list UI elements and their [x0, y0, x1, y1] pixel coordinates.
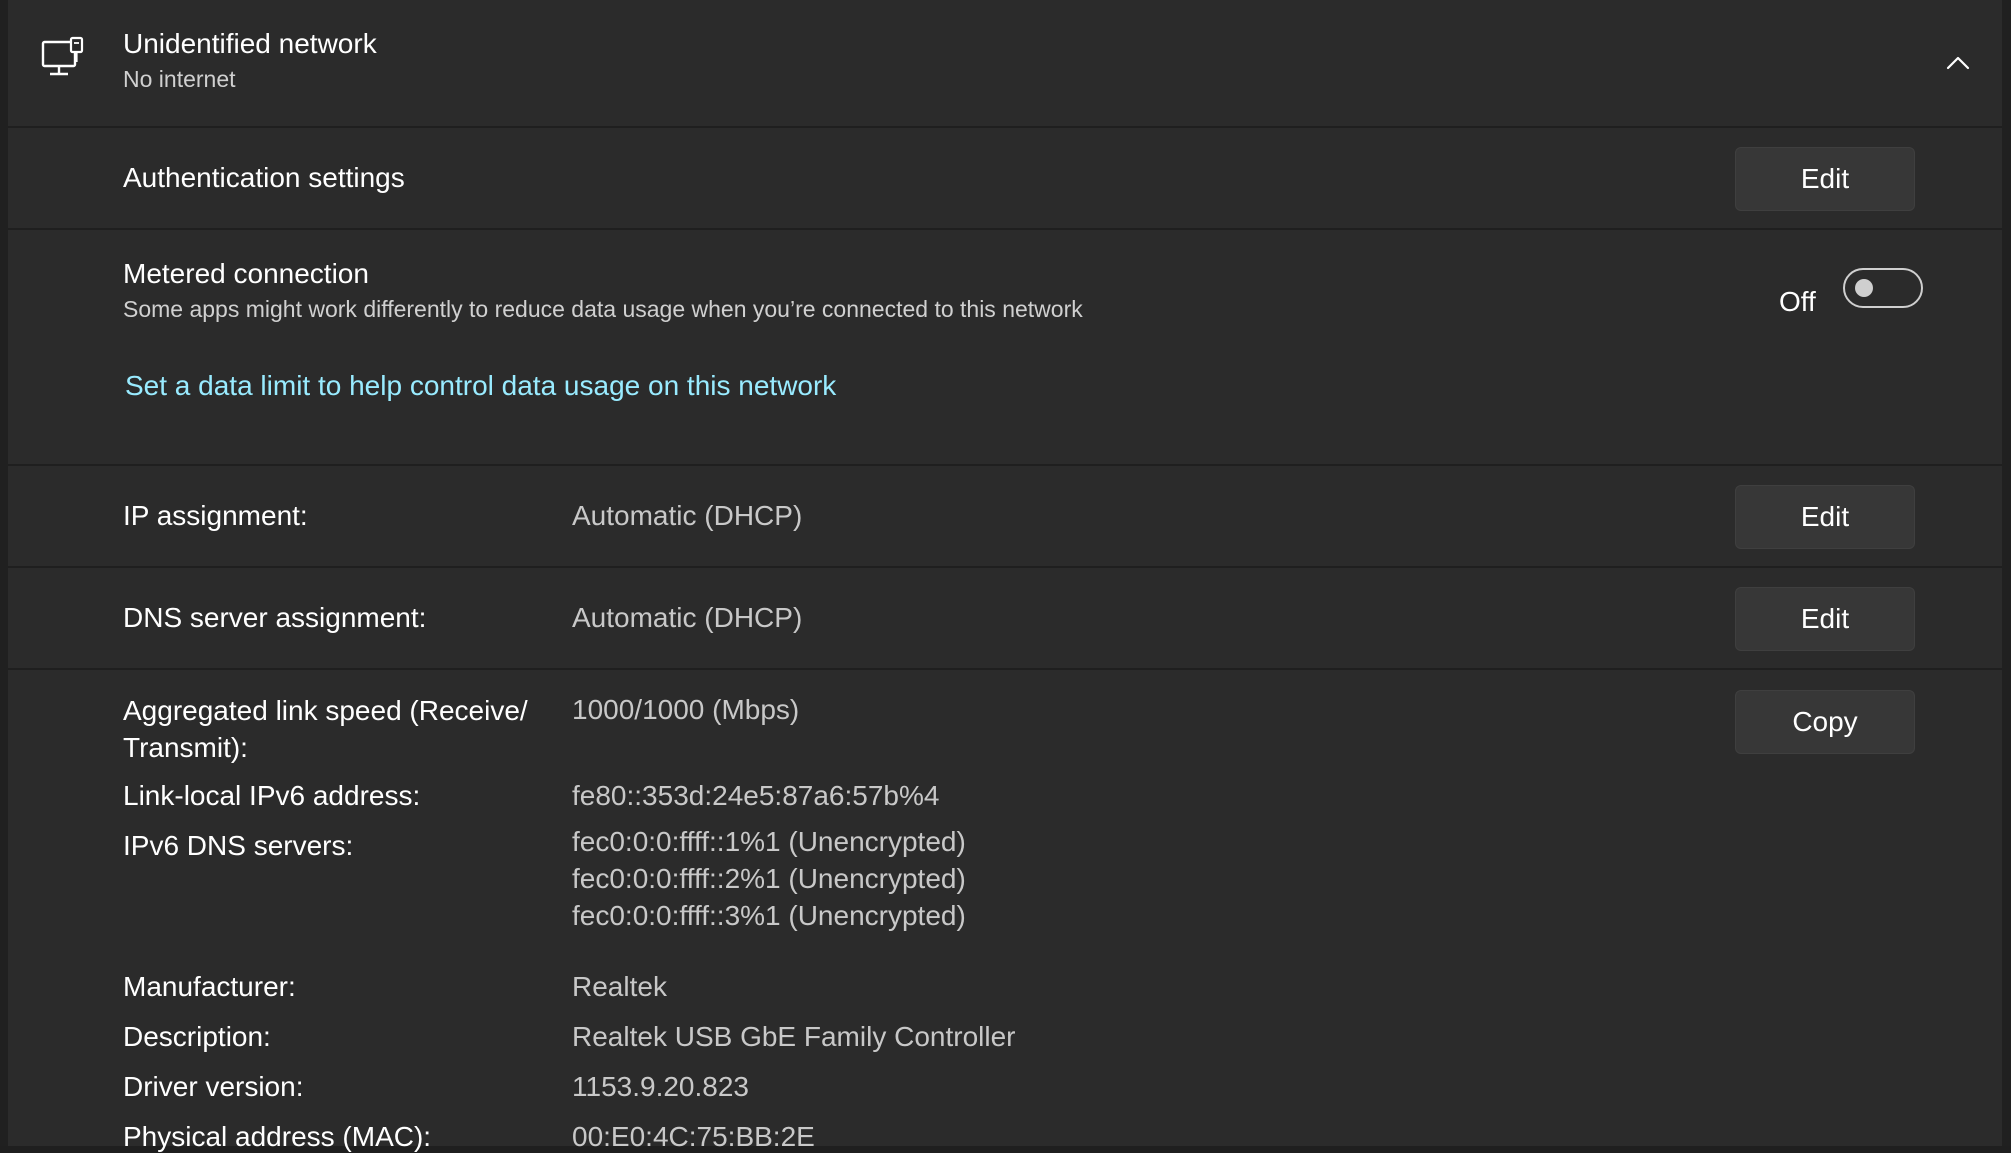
link-local-ipv6-label: Link-local IPv6 address:: [123, 780, 421, 811]
driver-version-value: 1153.9.20.823: [572, 1071, 749, 1102]
ip-assignment-label: IP assignment:: [123, 500, 308, 531]
network-status: No internet: [123, 66, 236, 92]
authentication-edit-button[interactable]: Edit: [1735, 147, 1915, 211]
link-speed-label-line1: Aggregated link speed (Receive/: [123, 695, 528, 726]
dns-assignment-label: DNS server assignment:: [123, 602, 427, 633]
metered-connection-row: Metered connection Some apps might work …: [8, 230, 2002, 466]
dns-assignment-edit-button[interactable]: Edit: [1735, 587, 1915, 651]
ipv6-dns-server: fec0:0:0:ffff::3%1 (Unencrypted): [572, 900, 966, 931]
ipv6-dns-server: fec0:0:0:ffff::1%1 (Unencrypted): [572, 826, 966, 857]
driver-version-label: Driver version:: [123, 1071, 304, 1102]
metered-connection-toggle[interactable]: [1843, 268, 1923, 308]
metered-connection-description: Some apps might work differently to redu…: [123, 296, 1083, 322]
link-local-ipv6-value: fe80::353d:24e5:87a6:57b%4: [572, 780, 940, 811]
adapter-details: Copy Aggregated link speed (Receive/ Tra…: [8, 670, 2002, 1152]
authentication-settings-row: Authentication settings Edit: [8, 128, 2002, 230]
data-limit-link[interactable]: Set a data limit to help control data us…: [125, 370, 836, 402]
ethernet-network-icon: [41, 36, 84, 76]
toggle-knob: [1855, 279, 1873, 297]
link-speed-label-line2: Transmit):: [123, 732, 248, 763]
ipv6-dns-values: fec0:0:0:ffff::1%1 (Unencrypted) fec0:0:…: [572, 823, 966, 934]
ip-assignment-edit-button[interactable]: Edit: [1735, 485, 1915, 549]
network-name: Unidentified network: [123, 28, 377, 59]
copy-button[interactable]: Copy: [1735, 690, 1915, 754]
ip-assignment-row: IP assignment: Automatic (DHCP) Edit: [8, 466, 2002, 568]
dns-assignment-row: DNS server assignment: Automatic (DHCP) …: [8, 568, 2002, 670]
description-label: Description:: [123, 1021, 271, 1052]
settings-page: Unidentified network No internet Authent…: [0, 0, 2011, 1152]
ip-assignment-value: Automatic (DHCP): [572, 500, 803, 531]
manufacturer-label: Manufacturer:: [123, 971, 296, 1002]
authentication-settings-label: Authentication settings: [123, 162, 405, 193]
network-header[interactable]: Unidentified network No internet: [8, 0, 2002, 128]
metered-toggle-state: Off: [1779, 286, 1816, 317]
link-speed-value: 1000/1000 (Mbps): [572, 694, 800, 725]
metered-connection-title: Metered connection: [123, 258, 369, 289]
ipv6-dns-label: IPv6 DNS servers:: [123, 830, 354, 861]
chevron-up-icon[interactable]: [1943, 48, 1973, 78]
link-speed-label: Aggregated link speed (Receive/ Transmit…: [123, 692, 528, 766]
network-properties-panel: Unidentified network No internet Authent…: [8, 0, 2002, 1152]
ipv6-dns-server: fec0:0:0:ffff::2%1 (Unencrypted): [572, 863, 966, 894]
dns-assignment-value: Automatic (DHCP): [572, 602, 803, 633]
description-value: Realtek USB GbE Family Controller: [572, 1021, 1016, 1052]
mac-address-value: 00:E0:4C:75:BB:2E: [572, 1121, 815, 1152]
manufacturer-value: Realtek: [572, 971, 667, 1002]
mac-address-label: Physical address (MAC):: [123, 1121, 432, 1152]
